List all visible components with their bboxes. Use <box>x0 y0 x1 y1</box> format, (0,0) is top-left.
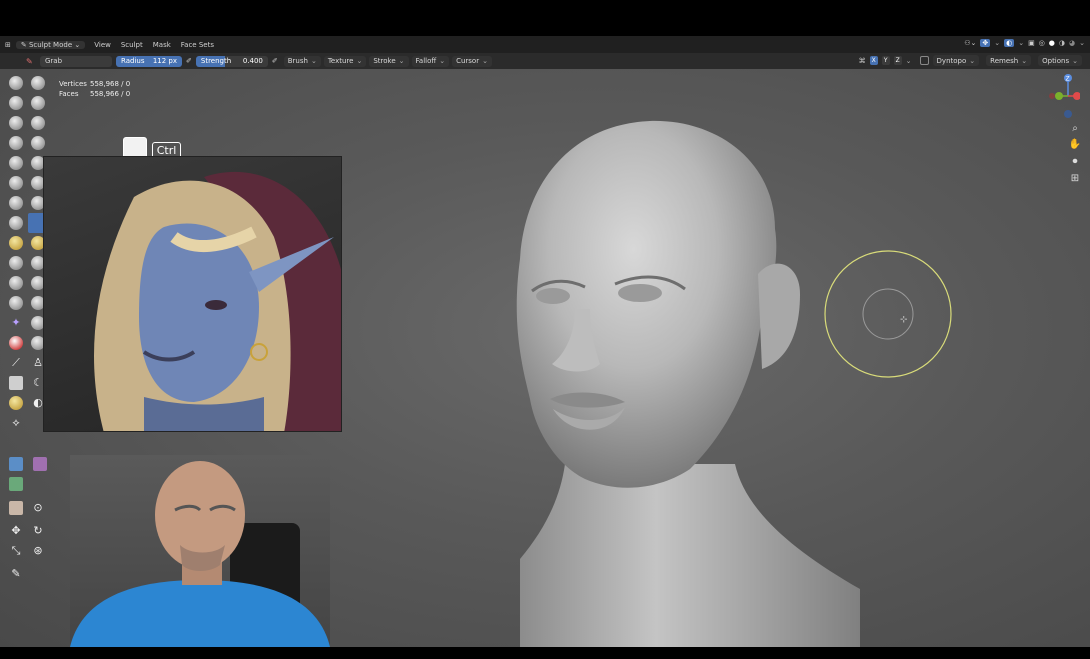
menu-view[interactable]: View <box>89 41 116 49</box>
inflate-brush-icon[interactable] <box>9 136 23 150</box>
svg-text:⊹: ⊹ <box>900 315 908 325</box>
mode-selector[interactable]: ✎ Sculpt Mode ⌄ <box>15 40 86 49</box>
mesh-filter-icon[interactable]: ⟡ <box>9 416 23 430</box>
strength-slider[interactable]: Strength 0.400 <box>195 55 268 67</box>
falloff-menu[interactable]: Falloff <box>411 55 450 67</box>
clay-strips-brush-icon[interactable] <box>31 96 45 110</box>
visibility-icon[interactable]: ⚇⌄ <box>964 39 976 47</box>
texture-menu[interactable]: Texture <box>323 55 367 67</box>
top-black-bar <box>0 0 1090 36</box>
cursor-menu[interactable]: Cursor <box>452 55 492 67</box>
webcam-overlay <box>70 455 330 647</box>
xray-icon[interactable]: ▣ <box>1028 39 1035 47</box>
perspective-toggle-icon[interactable]: ⊞ <box>1068 172 1082 186</box>
zoom-view-icon[interactable]: ⌕ <box>1068 122 1082 136</box>
wireframe-shading-icon[interactable]: ◎ <box>1039 39 1045 47</box>
brush-name-field[interactable]: Grab <box>40 55 112 67</box>
scene-statistics: Vertices 558,968 / 0 Faces 558,966 / 0 <box>59 79 130 99</box>
remesh-menu[interactable]: Remesh <box>986 55 1032 66</box>
bottom-black-bar <box>0 647 1090 659</box>
clay-brush-icon[interactable] <box>9 96 23 110</box>
edit-face-set-icon[interactable] <box>9 477 23 491</box>
presenter-video <box>70 461 330 647</box>
rotate-icon[interactable]: ↻ <box>31 524 45 538</box>
material-shading-icon[interactable]: ◑ <box>1059 39 1065 47</box>
flatten-brush-icon[interactable] <box>9 176 23 190</box>
annotate-zoom-icon[interactable]: ⊙ <box>31 501 45 515</box>
brush-icon: ✎ <box>20 40 29 49</box>
brush-type-icon[interactable]: ✎ <box>26 57 40 66</box>
scrape-brush-icon[interactable] <box>9 196 23 210</box>
menu-mask[interactable]: Mask <box>148 41 176 49</box>
thumb-brush-icon[interactable] <box>9 256 23 270</box>
radius-slider[interactable]: Radius 112 px <box>116 55 182 67</box>
elastic-deform-brush-icon[interactable] <box>9 236 23 250</box>
symmetry-menu-chevron-icon[interactable]: ⌄ <box>906 57 912 65</box>
editor-type-icon[interactable]: ⊞ <box>0 41 16 49</box>
rendered-shading-icon[interactable]: ◕ <box>1069 39 1075 47</box>
stroke-menu[interactable]: Stroke <box>369 55 409 67</box>
pan-view-hand-icon[interactable]: ✋ <box>1068 138 1082 152</box>
mask-brush-icon[interactable] <box>9 336 23 350</box>
blob-brush-icon[interactable] <box>31 136 45 150</box>
solid-shading-icon[interactable]: ● <box>1049 39 1055 47</box>
mask-by-color-icon[interactable] <box>9 501 23 515</box>
paint-brush-icon[interactable]: ⟋ <box>9 356 23 370</box>
menu-sculpt[interactable]: Sculpt <box>116 41 148 49</box>
gizmo-z-label: Z <box>1066 76 1070 83</box>
symmetry-icon[interactable]: ⌘ <box>859 57 866 65</box>
camera-view-icon[interactable]: ⏺ <box>1068 155 1082 169</box>
overlay-toggle-icon[interactable]: ◐ <box>1004 39 1015 47</box>
pinch-brush-icon[interactable] <box>9 216 23 230</box>
nudge-brush-icon[interactable] <box>9 276 23 290</box>
stat-vertices: Vertices 558,968 / 0 <box>59 80 131 88</box>
draw-brush-icon[interactable] <box>9 76 23 90</box>
shading-options-icon[interactable]: ⌄ <box>1079 39 1085 47</box>
navigation-gizmo[interactable]: Z <box>1048 73 1081 121</box>
header-menubar: ⊞ ✎ Sculpt Mode ⌄ View Sculpt Mask Face … <box>0 36 1090 53</box>
slide-relax-brush-icon[interactable] <box>9 296 23 310</box>
box-mask-icon[interactable] <box>9 376 23 390</box>
blender-window: ⊞ ✎ Sculpt Mode ⌄ View Sculpt Mask Face … <box>0 0 1090 659</box>
layer-brush-icon[interactable] <box>31 116 45 130</box>
clay-thumb-brush-icon[interactable] <box>9 116 23 130</box>
color-filter-icon[interactable] <box>33 457 47 471</box>
dyntopo-checkbox[interactable] <box>919 56 929 65</box>
symmetry-y-button[interactable]: Y <box>881 56 890 65</box>
radius-pressure-icon[interactable]: ✐ <box>186 57 192 65</box>
menu-face-sets[interactable]: Face Sets <box>176 41 219 49</box>
cloth-brush-icon[interactable]: ✦ <box>9 316 23 330</box>
box-hide-icon[interactable] <box>9 396 23 410</box>
gizmo-toggle-icon[interactable]: ✥ <box>980 39 991 47</box>
transform-icon[interactable]: ⊛ <box>31 544 45 558</box>
crease-brush-icon[interactable] <box>9 156 23 170</box>
symmetry-x-button[interactable]: X <box>869 56 878 65</box>
annotate-icon[interactable]: ✎ <box>9 567 23 581</box>
strength-pressure-icon[interactable]: ✐ <box>272 57 278 65</box>
options-menu[interactable]: Options <box>1038 55 1082 66</box>
dyntopo-menu[interactable]: Dyntopo <box>932 55 980 66</box>
viewport-shading-controls: ⚇⌄ ✥ ⌄ ◐ ⌄ ▣ ◎ ● ◑ ◕ ⌄ <box>964 39 1085 47</box>
brush-menu[interactable]: Brush <box>283 55 321 67</box>
cloth-filter-icon[interactable] <box>9 457 23 471</box>
symmetry-z-button[interactable]: Z <box>893 56 902 65</box>
draw-sharp-brush-icon[interactable] <box>31 76 45 90</box>
reference-image-panel <box>43 156 342 432</box>
reference-character-image <box>94 172 341 431</box>
tool-settings-right: ⌘ X Y Z ⌄ Dyntopo Remesh Options <box>859 55 1085 66</box>
stat-faces: Faces 558,966 / 0 <box>59 90 131 98</box>
scale-icon[interactable]: ⤡ <box>9 544 23 558</box>
move-icon[interactable]: ✥ <box>9 524 23 538</box>
